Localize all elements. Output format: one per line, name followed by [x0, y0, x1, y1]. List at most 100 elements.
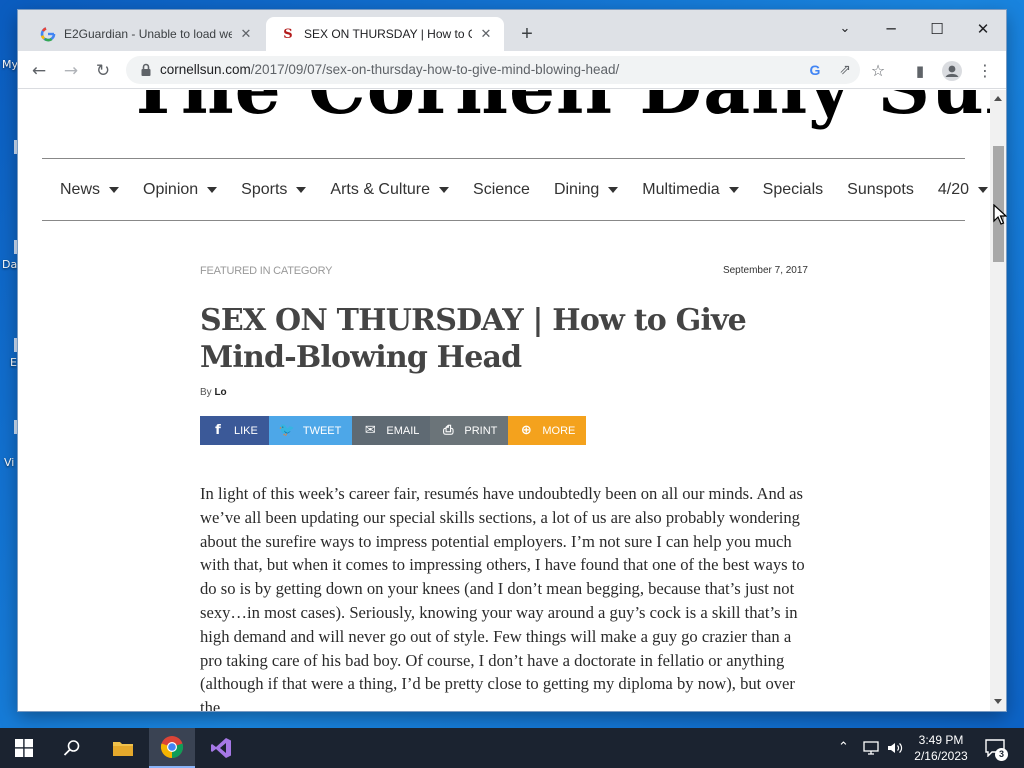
reload-icon[interactable]: ↻: [91, 59, 115, 83]
close-window-button[interactable]: ✕: [960, 14, 1006, 44]
nav-item-arts-culture[interactable]: Arts & Culture: [330, 181, 450, 199]
nav-item-sports[interactable]: Sports: [241, 181, 307, 199]
byline: By Lo: [200, 387, 810, 398]
caret-down-icon[interactable]: [109, 186, 120, 193]
lock-icon[interactable]: [138, 62, 154, 78]
nav-item-label: News: [60, 180, 101, 198]
print-icon: ⎙: [443, 423, 454, 438]
email-icon: ✉: [364, 423, 376, 438]
caret-down-icon[interactable]: [728, 186, 739, 193]
menu-icon[interactable]: ⋮: [973, 59, 997, 83]
article: FEATURED IN CATEGORY September 7, 2017 S…: [200, 265, 810, 711]
facebook-icon: f: [215, 423, 221, 438]
desktop-icon-label[interactable]: My: [2, 58, 18, 71]
search-icon[interactable]: [52, 728, 92, 768]
network-icon[interactable]: [860, 728, 882, 768]
nav-item-label: Specials: [762, 180, 824, 198]
nav-item-label: Multimedia: [642, 180, 720, 198]
share-email-button[interactable]: ✉ EMAIL: [352, 416, 431, 445]
nav-item-sunspots[interactable]: Sunspots: [847, 181, 914, 199]
address-bar[interactable]: cornellsun.com/2017/09/07/sex-on-thursda…: [126, 56, 860, 84]
tab-strip: E2Guardian - Unable to load web ✕ S SEX …: [18, 10, 1006, 51]
mouse-cursor-icon: [993, 204, 1007, 225]
nav-item-label: Sunspots: [847, 180, 914, 198]
close-tab-icon[interactable]: ✕: [478, 26, 494, 42]
google-icon: [40, 26, 56, 42]
share-button-label: TWEET: [302, 424, 342, 437]
tab-title: SEX ON THURSDAY | How to Give: [304, 27, 472, 41]
maximize-button[interactable]: ☐: [914, 14, 960, 44]
bookmark-star-icon[interactable]: ☆: [866, 59, 890, 83]
share-like-button[interactable]: f LIKE: [200, 416, 269, 445]
share-button-label: PRINT: [464, 424, 498, 437]
close-tab-icon[interactable]: ✕: [238, 26, 254, 42]
masthead-logo[interactable]: The Cornell Daily Sun: [126, 90, 990, 126]
share-print-button[interactable]: ⎙ PRINT: [430, 416, 509, 445]
back-icon[interactable]: ←: [27, 59, 51, 83]
url-host: cornellsun.com: [160, 62, 251, 77]
nav-item-dining[interactable]: Dining: [553, 180, 619, 199]
nav-item-multimedia[interactable]: Multimedia: [642, 180, 739, 199]
browser-window: E2Guardian - Unable to load web ✕ S SEX …: [18, 10, 1006, 711]
taskbar: ⌃ 3:49 PM 2/16/2023 3: [0, 728, 1024, 768]
browser-toolbar: ← → ↻ cornellsun.com/2017/09/07/sex-on-t…: [18, 51, 1006, 89]
page-viewport: The Cornell Daily Sun News Opinion Sports A…: [18, 90, 990, 711]
notification-count-badge: 3: [995, 748, 1008, 761]
desktop-icon-label[interactable]: E: [10, 356, 17, 369]
caret-down-icon[interactable]: [296, 186, 307, 193]
caret-down-icon[interactable]: [978, 186, 988, 193]
clock-time[interactable]: 3:49 PM: [906, 733, 976, 747]
tab-e2guardian[interactable]: E2Guardian - Unable to load web ✕: [26, 17, 264, 51]
share-button-label: LIKE: [234, 424, 258, 437]
desktop-icon-label[interactable]: Da: [2, 258, 17, 271]
byline-prefix: By: [200, 387, 212, 398]
twitter-icon: 🐦: [278, 423, 296, 438]
share-button-label: MORE: [542, 424, 576, 437]
author-link[interactable]: Lo: [214, 387, 226, 398]
nav-item-label: Dining: [553, 180, 600, 198]
nav-item-news[interactable]: News: [60, 180, 120, 199]
nav-divider: [42, 220, 965, 221]
nav-item-science[interactable]: Science: [473, 181, 530, 199]
url-text[interactable]: cornellsun.com/2017/09/07/sex-on-thursda…: [160, 56, 619, 84]
nav-item-specials[interactable]: Specials: [763, 181, 823, 199]
category-label[interactable]: FEATURED IN CATEGORY: [200, 265, 332, 277]
nav-item-4-20[interactable]: 4/20: [938, 181, 988, 199]
visual-studio-icon[interactable]: [199, 728, 243, 768]
start-button[interactable]: [4, 728, 44, 768]
caret-down-icon[interactable]: [439, 186, 450, 193]
article-date: September 7, 2017: [722, 265, 808, 276]
cornell-sun-icon: S: [283, 26, 293, 42]
share-button-label: EMAIL: [386, 424, 420, 437]
scrollbar[interactable]: [990, 90, 1006, 711]
caret-down-icon[interactable]: [608, 186, 619, 193]
caret-down-icon[interactable]: [207, 186, 218, 193]
side-panel-icon[interactable]: ▮: [908, 59, 932, 83]
profile-icon[interactable]: [940, 59, 964, 83]
clock-date[interactable]: 2/16/2023: [906, 749, 976, 763]
more-icon: ⊕: [520, 423, 532, 438]
windows-icon: [15, 739, 33, 757]
scroll-up-arrow[interactable]: [994, 96, 1002, 101]
google-lens-icon[interactable]: G: [806, 61, 824, 79]
desktop-icon-label[interactable]: Vi: [4, 456, 14, 469]
share-tweet-button[interactable]: 🐦 TWEET: [268, 416, 353, 445]
tab-search-icon[interactable]: ⌄: [822, 14, 868, 44]
forward-icon[interactable]: →: [59, 59, 83, 83]
tab-title: E2Guardian - Unable to load web: [64, 27, 232, 41]
nav-item-label: Opinion: [143, 180, 199, 198]
minimize-button[interactable]: ─: [868, 14, 914, 44]
share-bar: f LIKE 🐦 TWEET ✉ EMAIL ⎙ PRINT ⊕ MORE: [200, 416, 810, 445]
show-hidden-icons-icon[interactable]: ⌃: [838, 740, 849, 755]
new-tab-button[interactable]: +: [516, 23, 538, 45]
file-explorer-icon[interactable]: [101, 728, 145, 768]
notifications-button[interactable]: 3: [980, 728, 1010, 768]
tab-cornell-sun[interactable]: S SEX ON THURSDAY | How to Give ✕: [266, 17, 504, 51]
share-page-icon[interactable]: ⇗: [836, 61, 854, 79]
share-more-button[interactable]: ⊕ MORE: [508, 416, 587, 445]
chrome-taskbar-icon[interactable]: [149, 728, 195, 768]
nav-item-label: Science: [473, 180, 530, 198]
volume-icon[interactable]: [884, 728, 906, 768]
nav-item-opinion[interactable]: Opinion: [143, 180, 218, 199]
scroll-down-arrow[interactable]: [994, 699, 1002, 704]
